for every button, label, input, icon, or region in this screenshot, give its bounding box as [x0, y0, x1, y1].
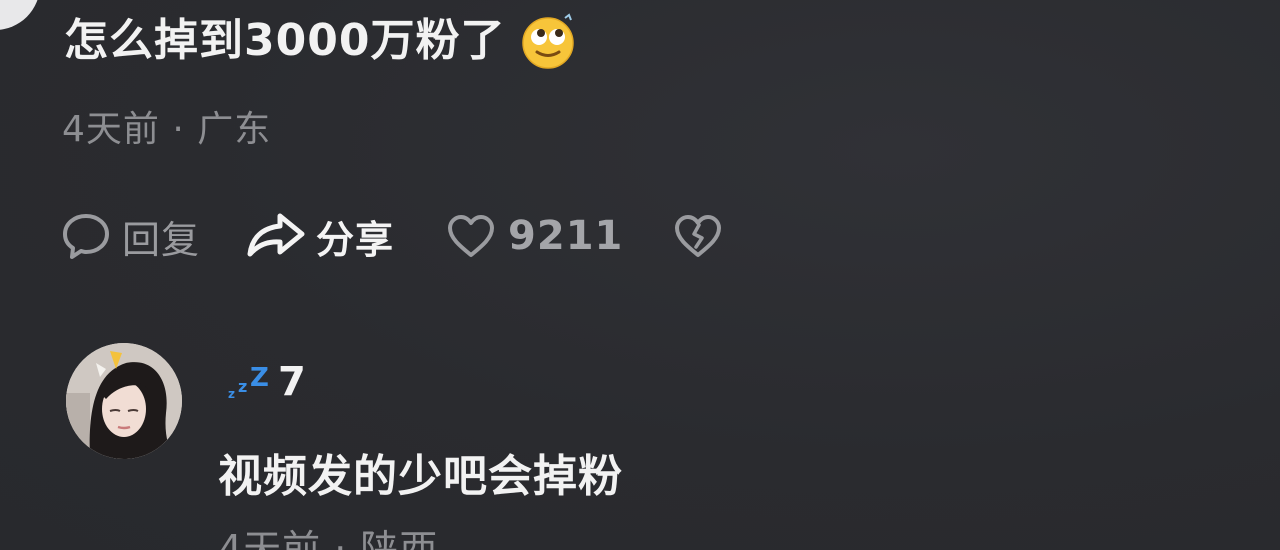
comment: 怎么掉到3000万粉了 [64, 12, 577, 70]
share-label: 分享 [316, 217, 395, 262]
svg-text:z: z [238, 377, 247, 396]
rolling-eyes-emoji-icon [519, 12, 577, 70]
avatar[interactable] [0, 0, 40, 30]
share-button[interactable]: 分享 [246, 209, 394, 264]
reply-avatar[interactable] [66, 343, 182, 459]
share-arrow-icon [246, 210, 306, 262]
reply-button[interactable]: 回复 [60, 209, 200, 264]
comment-meta: 4天前 · 广东 [62, 109, 272, 150]
reply-text: 视频发的少吧会掉粉 [218, 451, 623, 502]
like-count: 9211 [508, 213, 624, 259]
like-button[interactable]: 9211 [446, 213, 623, 259]
speech-bubble-icon [60, 210, 112, 262]
comment-text: 怎么掉到3000万粉了 [64, 15, 506, 66]
comment-thread: 怎么掉到3000万粉了 4天前 · 广东 回复 分享 9211 z z Z 7 … [0, 0, 1280, 550]
reply-label: 回复 [122, 217, 201, 262]
heart-icon [446, 213, 496, 259]
broken-heart-icon [673, 213, 723, 259]
dislike-button[interactable] [673, 213, 723, 259]
username-text: 7 [278, 359, 306, 405]
sleeping-zzz-icon: z z Z [226, 362, 274, 406]
svg-text:z: z [228, 387, 235, 401]
svg-text:Z: Z [250, 363, 269, 393]
comment-actions: 回复 分享 9211 [60, 208, 723, 264]
reply-meta: 4天前 · 陕西 [218, 527, 439, 550]
reply-username[interactable]: z z Z 7 [226, 358, 306, 406]
